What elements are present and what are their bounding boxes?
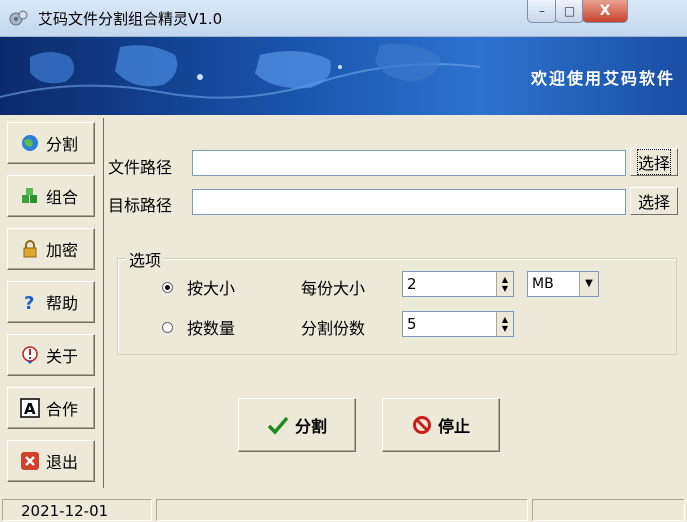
info-icon bbox=[22, 346, 38, 364]
status-pane-3 bbox=[532, 499, 685, 521]
welcome-banner: 欢迎使用艾码软件 bbox=[0, 37, 687, 115]
svg-text:?: ? bbox=[24, 293, 34, 312]
radio-by-size[interactable]: 按大小 bbox=[162, 275, 235, 299]
unit-select-value: MB bbox=[532, 276, 554, 292]
radio-by-count-label: 按数量 bbox=[187, 319, 236, 338]
split-button[interactable]: 分割 bbox=[238, 398, 356, 452]
sidebar-item-combine[interactable]: 组合 bbox=[7, 175, 95, 217]
status-date: 2021-12-01 bbox=[2, 499, 152, 521]
split-count-value: 5 bbox=[407, 315, 417, 333]
chevron-down-icon[interactable]: ▼ bbox=[502, 324, 508, 333]
target-path-label: 目标路径 bbox=[108, 196, 173, 215]
sidebar-item-encrypt[interactable]: 加密 bbox=[7, 228, 95, 270]
checkmark-icon bbox=[267, 416, 289, 435]
target-browse-button[interactable]: 选择 bbox=[630, 187, 678, 215]
maximize-icon: □ bbox=[563, 4, 576, 18]
split-count-label: 分割份数 bbox=[301, 319, 366, 338]
sidebar-item-exit[interactable]: 退出 bbox=[7, 440, 95, 482]
sidebar-item-help[interactable]: ? 帮助 bbox=[7, 281, 95, 323]
banner-title: 欢迎使用艾码软件 bbox=[530, 69, 675, 88]
chevron-up-icon[interactable]: ▲ bbox=[502, 315, 508, 324]
status-bar: 2021-12-01 bbox=[0, 497, 687, 522]
sidebar-item-label: 组合 bbox=[46, 188, 79, 207]
chevron-down-icon[interactable]: ▼ bbox=[502, 284, 508, 293]
file-browse-label: 选择 bbox=[636, 149, 672, 175]
target-path-input[interactable] bbox=[192, 189, 626, 215]
globe-icon bbox=[22, 135, 38, 151]
file-path-input[interactable] bbox=[192, 150, 626, 176]
lock-icon bbox=[23, 240, 37, 258]
svg-text:A: A bbox=[24, 400, 36, 418]
app-window: 艾码文件分割组合精灵V1.0 – □ X 欢迎使用艾码软件 分割 组合 加密 ?… bbox=[0, 0, 687, 522]
close-button[interactable]: X bbox=[582, 0, 628, 23]
radio-by-size-dot[interactable] bbox=[162, 281, 173, 293]
size-each-stepper[interactable]: ▲ ▼ bbox=[496, 272, 513, 296]
dropdown-arrow-icon[interactable]: ▼ bbox=[579, 272, 598, 296]
size-each-value: 2 bbox=[407, 275, 417, 293]
split-count-spinner[interactable]: 5 ▲ ▼ bbox=[402, 311, 514, 337]
file-path-label: 文件路径 bbox=[108, 158, 173, 177]
exit-icon bbox=[21, 452, 39, 470]
unit-select[interactable]: MB ▼ bbox=[527, 271, 599, 297]
title-bar[interactable]: 艾码文件分割组合精灵V1.0 – □ X bbox=[0, 0, 687, 37]
options-title: 选项 bbox=[126, 247, 165, 271]
sidebar-item-label: 帮助 bbox=[46, 294, 79, 313]
minimize-button[interactable]: – bbox=[527, 0, 557, 23]
chevron-up-icon[interactable]: ▲ bbox=[502, 275, 508, 284]
file-browse-button[interactable]: 选择 bbox=[630, 148, 678, 176]
stop-button[interactable]: 停止 bbox=[382, 398, 500, 452]
sidebar-item-cooperate[interactable]: A 合作 bbox=[7, 387, 95, 429]
maximize-button[interactable]: □ bbox=[555, 0, 584, 23]
target-browse-label: 选择 bbox=[637, 193, 670, 212]
close-icon: X bbox=[599, 3, 611, 19]
split-count-stepper[interactable]: ▲ ▼ bbox=[496, 312, 513, 336]
radio-by-size-label: 按大小 bbox=[187, 279, 236, 298]
sidebar-item-label: 加密 bbox=[46, 241, 79, 260]
stop-icon bbox=[412, 416, 431, 434]
question-icon: ? bbox=[24, 293, 34, 312]
radio-by-count-dot[interactable] bbox=[162, 321, 173, 333]
split-button-label: 分割 bbox=[294, 417, 327, 436]
sidebar-item-label: 合作 bbox=[46, 400, 79, 419]
sidebar-item-label: 关于 bbox=[46, 347, 79, 366]
sidebar-item-about[interactable]: 关于 bbox=[7, 334, 95, 376]
sidebar-item-label: 退出 bbox=[46, 453, 79, 472]
main-panel: 文件路径 选择 目标路径 选择 选项 按大小 每份大小 2 ▲ ▼ MB ▼ 按… bbox=[103, 118, 684, 488]
app-icon bbox=[9, 10, 28, 26]
sidebar-item-label: 分割 bbox=[46, 135, 79, 154]
sidebar: 分割 组合 加密 ? 帮助 关于 A 合作 退出 bbox=[7, 118, 101, 488]
size-each-spinner[interactable]: 2 ▲ ▼ bbox=[402, 271, 514, 297]
radio-by-count[interactable]: 按数量 bbox=[162, 315, 235, 339]
sidebar-item-split[interactable]: 分割 bbox=[7, 122, 95, 164]
size-each-label: 每份大小 bbox=[301, 279, 366, 298]
window-title: 艾码文件分割组合精灵V1.0 bbox=[38, 10, 223, 28]
minimize-icon: – bbox=[539, 4, 545, 18]
letter-a-icon: A bbox=[20, 398, 40, 418]
blocks-icon bbox=[22, 188, 37, 203]
options-group: 选项 按大小 每份大小 2 ▲ ▼ MB ▼ 按数量 分割份数 5 ▲ ▼ bbox=[117, 247, 677, 355]
stop-button-label: 停止 bbox=[437, 417, 470, 436]
status-pane-2 bbox=[156, 499, 528, 521]
